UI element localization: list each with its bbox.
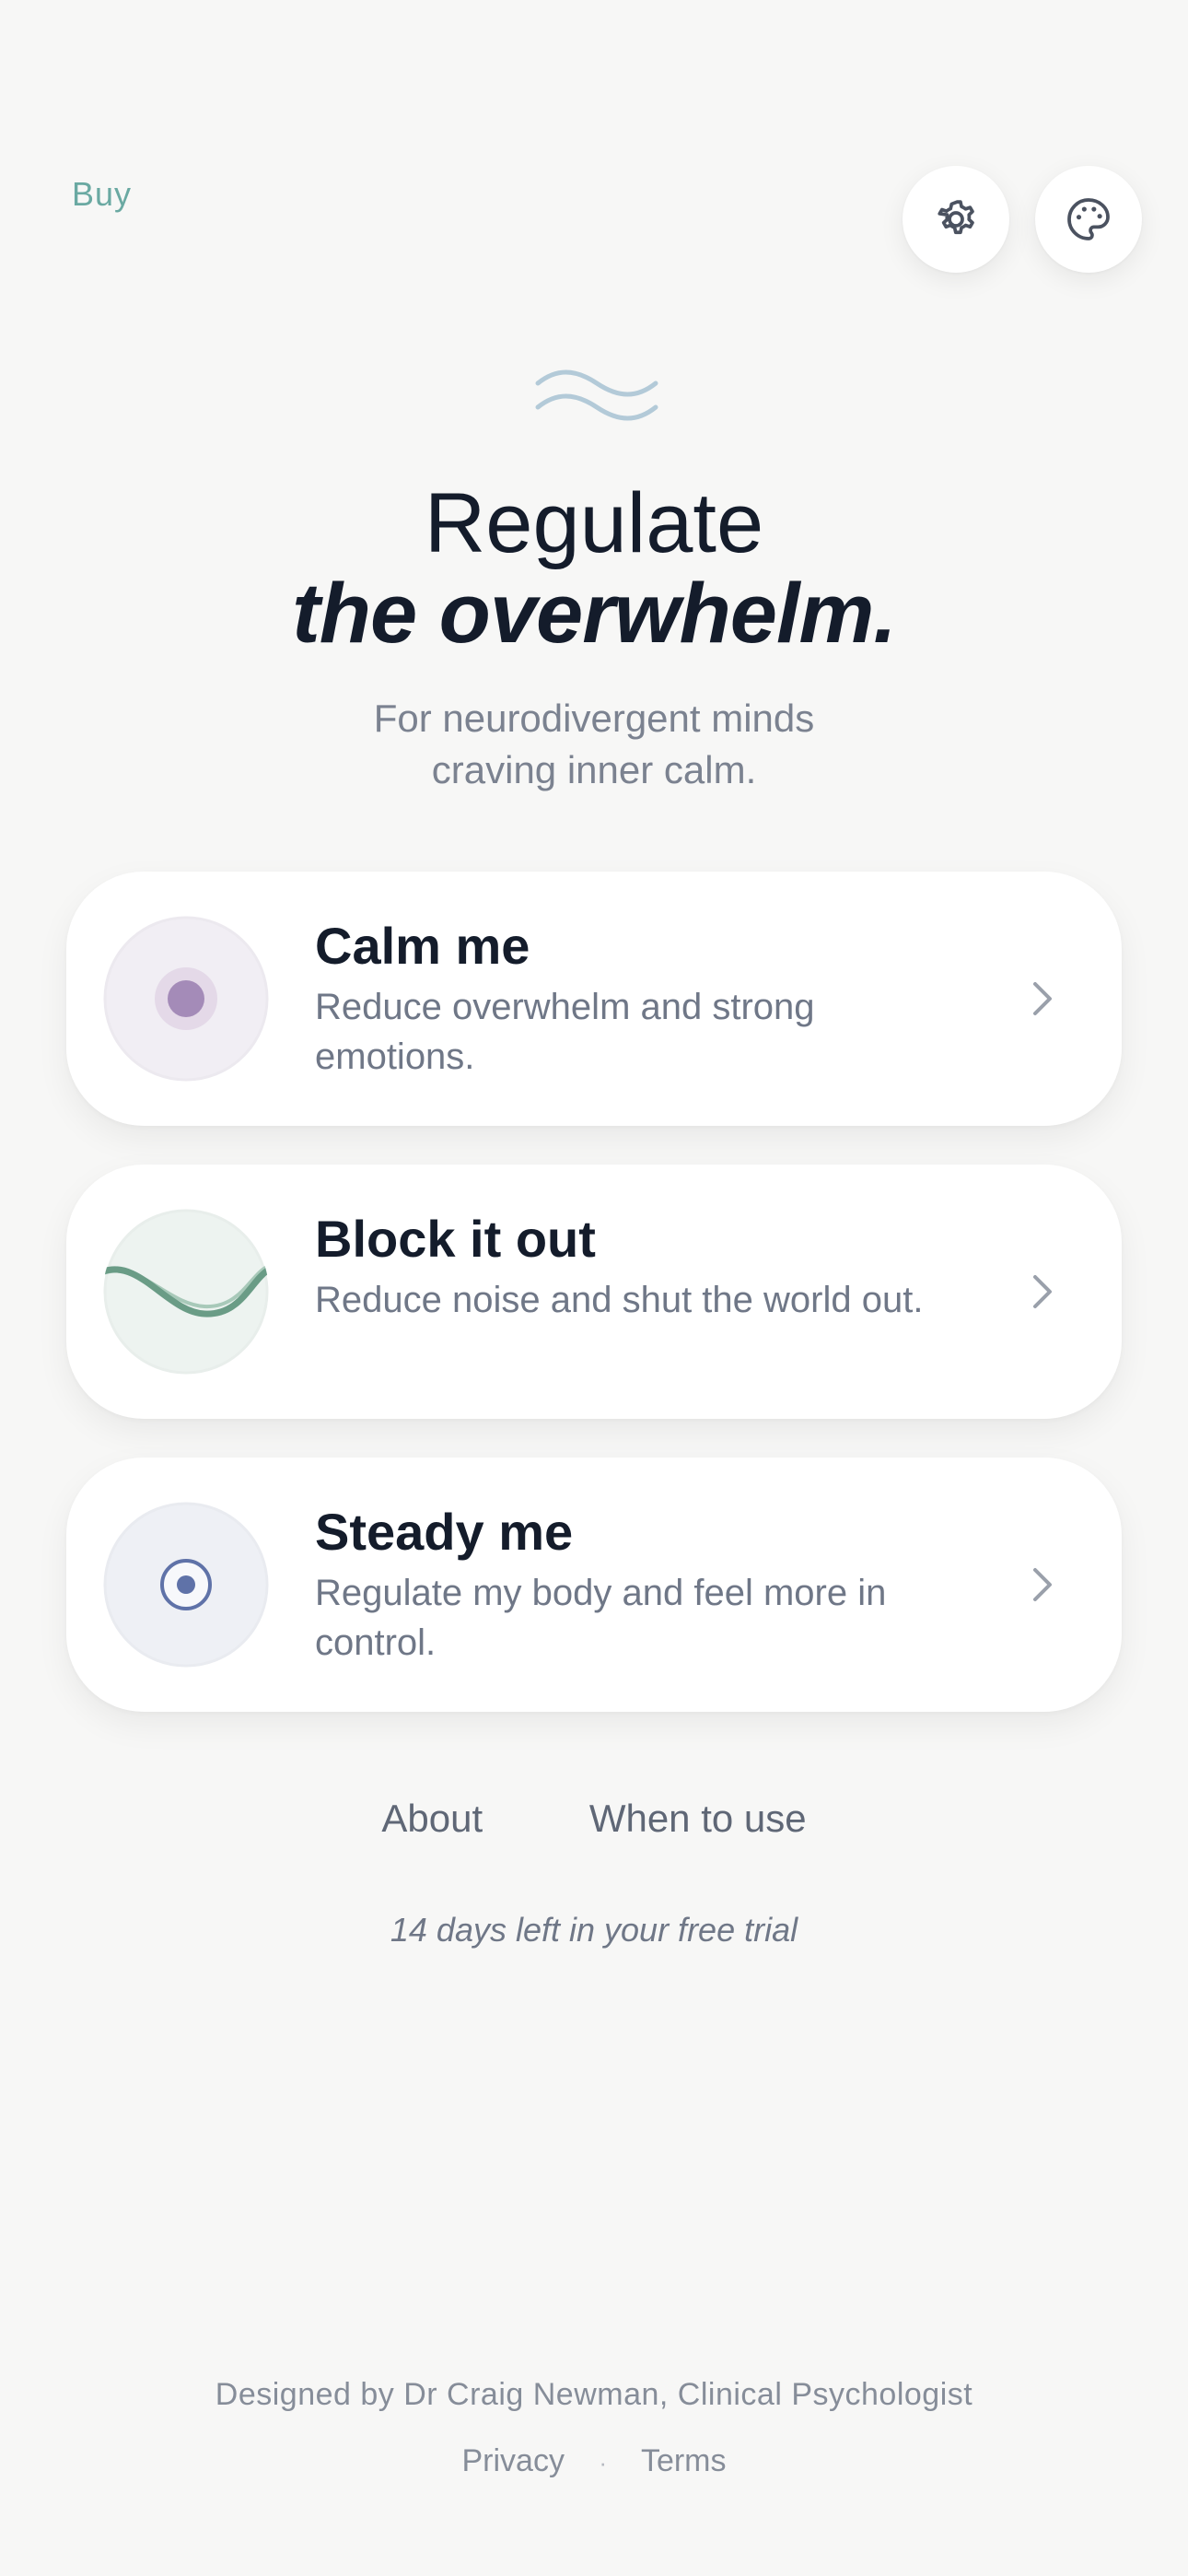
calm-me-card[interactable]: Calm me Reduce overwhelm and strong emot… bbox=[66, 872, 1122, 1126]
chevron-right-icon bbox=[1033, 982, 1052, 1015]
card-description: Reduce overwhelm and strong emotions. bbox=[315, 987, 815, 1077]
info-links: About When to use bbox=[0, 1797, 1188, 1841]
designed-by-credit: Designed by Dr Craig Newman, Clinical Ps… bbox=[215, 2377, 973, 2412]
card-description: Regulate my body and feel more in contro… bbox=[315, 1573, 887, 1663]
steady-me-card[interactable]: Steady me Regulate my body and feel more… bbox=[66, 1458, 1122, 1712]
footer-links: Privacy · Terms bbox=[0, 2443, 1188, 2479]
palette-icon bbox=[1067, 198, 1110, 240]
page-title-line2: the overwhelm. bbox=[292, 567, 897, 661]
calm-dot-icon bbox=[103, 916, 269, 1082]
block-it-out-card[interactable]: Block it out Reduce noise and shut the w… bbox=[66, 1165, 1122, 1419]
buy-link[interactable]: Buy bbox=[72, 175, 132, 214]
gear-icon bbox=[938, 200, 974, 235]
privacy-link[interactable]: Privacy bbox=[462, 2443, 565, 2478]
steady-target-icon bbox=[103, 1502, 269, 1668]
card-title: Block it out bbox=[315, 1210, 596, 1268]
page-title-line1: Regulate bbox=[424, 476, 764, 570]
separator-dot: · bbox=[599, 2448, 608, 2476]
chevron-right-icon bbox=[1033, 1275, 1052, 1308]
wave-line-icon bbox=[103, 1209, 269, 1375]
waves-icon bbox=[535, 369, 658, 421]
chevron-right-icon bbox=[1033, 1568, 1052, 1601]
settings-button[interactable] bbox=[903, 166, 1009, 273]
card-title: Calm me bbox=[315, 917, 530, 975]
trial-status: 14 days left in your free trial bbox=[390, 1911, 798, 1949]
about-link[interactable]: About bbox=[381, 1797, 483, 1840]
when-to-use-link[interactable]: When to use bbox=[589, 1797, 807, 1840]
subtitle-line2: craving inner calm. bbox=[431, 748, 757, 791]
subtitle: For neurodivergent minds craving inner c… bbox=[0, 693, 1188, 796]
terms-link[interactable]: Terms bbox=[641, 2443, 727, 2478]
theme-button[interactable] bbox=[1035, 166, 1142, 273]
card-description: Reduce noise and shut the world out. bbox=[315, 1280, 924, 1320]
card-title: Steady me bbox=[315, 1503, 574, 1561]
subtitle-line1: For neurodivergent minds bbox=[373, 697, 815, 740]
